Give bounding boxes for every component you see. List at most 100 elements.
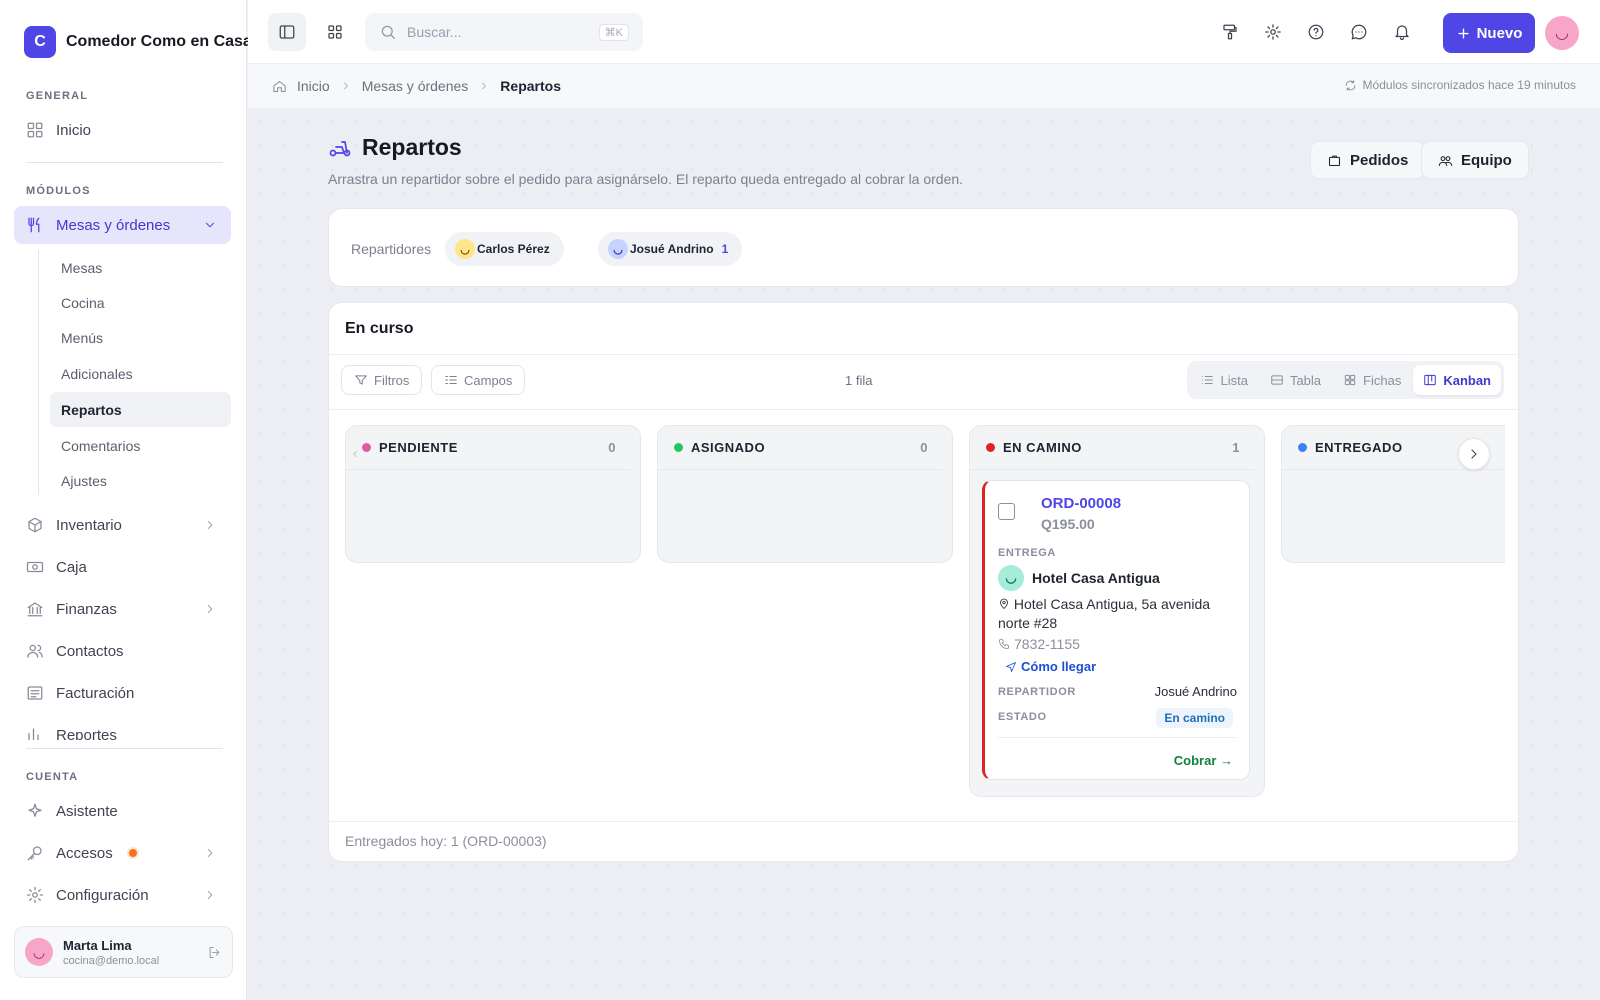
chevron-right-icon [207,605,213,613]
receipt-icon [27,686,43,700]
sidebar-toggle-icon [279,25,295,39]
sync-text: Módulos sincronizados hace 19 minutos [1362,78,1576,92]
chevron-right-icon [343,82,348,90]
sidebar-item-label: Asistente [56,802,118,820]
user-email: cocina@demo.local [63,954,160,967]
sidebar-item-label: Caja [56,558,87,576]
delivery-label: ENTREGA [998,547,1056,559]
sparkle-icon [28,803,42,817]
help-button[interactable] [1297,13,1335,51]
breadcrumb-section[interactable]: Mesas y órdenes [362,78,469,94]
sidebar-item-finanzas[interactable]: Finanzas [14,590,231,628]
sidebar-item-mesas[interactable]: Mesas y órdenes [14,206,231,244]
toggle-sidebar-button[interactable] [268,13,306,51]
submenu-line [38,250,39,495]
topbar: ⌘K Nuevo ◡ [248,0,1600,64]
sidebar-item-label: Mesas y órdenes [56,216,171,234]
column-count: 1 [1232,440,1240,455]
search-icon [381,25,396,40]
chevron-left-icon[interactable] [350,448,360,460]
user-card[interactable]: ◡ Marta Lima cocina@demo.local [14,926,233,978]
directions-link[interactable]: Cómo llegar [1005,659,1096,674]
sidebar-subitem-repartos[interactable]: Repartos [50,392,231,427]
brand[interactable]: C Comedor Como en Casa [24,26,252,58]
order-checkbox[interactable] [998,503,1015,520]
status-dot [986,443,995,452]
bag-icon [1328,155,1341,166]
delivered-today: Entregados hoy: 1 (ORD-00003) [345,833,547,849]
breadcrumb-home[interactable]: Inicio [297,78,330,94]
new-button[interactable]: Nuevo [1443,13,1535,53]
column-title: EN CAMINO [1003,440,1082,455]
sidebar-subitem-comentarios[interactable]: Comentarios [50,428,231,463]
delivery-place: ◡ Hotel Casa Antigua [998,565,1160,591]
navigation-icon [1006,661,1016,672]
sidebar-item-facturacion[interactable]: Facturación [14,674,231,712]
orders-button-label: Pedidos [1350,151,1409,169]
sidebar-item-label: Reportes [56,726,117,741]
sidebar-item-label: Finanzas [56,600,117,618]
sidebar-item-label: Facturación [56,684,135,702]
paint-roller-icon [1223,24,1237,40]
apps-button[interactable] [316,13,354,51]
search-box[interactable]: ⌘K [365,13,643,51]
brand-name: Comedor Como en Casa [66,33,252,50]
order-card[interactable]: ORD-00008 Q195.00 ENTREGA ◡ Hotel Casa A… [982,480,1250,780]
page-header: Repartos Arrastra un repartidor sobre el… [328,134,963,187]
sidebar-item-asistente[interactable]: Asistente [14,792,231,830]
chevron-right-icon [207,521,213,529]
search-input[interactable] [407,24,589,40]
order-amount: Q195.00 [1041,516,1095,532]
order-id[interactable]: ORD-00008 [1041,495,1121,512]
section-label-general: GENERAL [26,90,89,102]
directions-label: Cómo llegar [1021,659,1097,674]
divider [998,737,1237,738]
status-label: ESTADO [998,711,1047,723]
repartidores-label: Repartidores [351,241,432,257]
orders-button[interactable]: Pedidos [1310,141,1426,179]
sidebar-item-accesos[interactable]: Accesos [14,834,231,872]
sync-status: Módulos sincronizados hace 19 minutos [1344,78,1576,92]
sidebar-item-inventario[interactable]: Inventario [14,506,231,544]
sidebar-subitem-ajustes[interactable]: Ajustes [50,463,231,498]
notification-dot [128,849,137,857]
column-title: ASIGNADO [691,440,766,455]
delivery-phone: 7832-1155 [998,636,1080,652]
logout-icon[interactable] [207,945,222,960]
profile-avatar[interactable]: ◡ [1545,16,1579,50]
grid-icon [27,122,43,138]
settings-button[interactable] [1254,13,1292,51]
sidebar-subitem-cocina[interactable]: Cocina [50,285,231,320]
sidebar-scroll-clip: Reportes [0,720,246,740]
paint-button[interactable] [1211,13,1249,51]
bar-chart-icon [28,728,39,740]
delivery-address: Hotel Casa Antigua, 5a avenida norte #28 [998,595,1244,633]
home-icon [273,80,286,92]
chat-button[interactable] [1340,13,1378,51]
utensils-icon [28,217,40,233]
sidebar-item-configuracion[interactable]: Configuración [14,876,231,914]
address-text: Hotel Casa Antigua, 5a avenida norte #28 [998,596,1211,631]
section-label-account: CUENTA [26,771,79,783]
repartidor-chip[interactable]: ◡ Carlos Pérez [445,232,564,266]
users-icon [27,644,43,658]
sidebar-subitem-menus[interactable]: Menús [50,320,231,355]
team-button[interactable]: Equipo [1421,141,1529,179]
charge-button[interactable]: Cobrar → [1174,753,1233,768]
scroll-right-button[interactable] [1458,438,1490,470]
notifications-button[interactable] [1383,13,1421,51]
sidebar-item-label: Inventario [56,516,122,534]
repartidor-label: REPARTIDOR [998,686,1076,698]
sidebar-subitem-mesas[interactable]: Mesas [50,250,231,285]
divider [26,162,223,163]
sidebar-item-inicio[interactable]: Inicio [14,111,231,149]
sidebar-subitem-adicionales[interactable]: Adicionales [50,356,231,391]
kanban-column-en-camino: EN CAMINO 1 ORD-00008 Q195.00 ENTREGA ◡ … [969,425,1265,797]
sidebar-item-caja[interactable]: Caja [14,548,231,586]
repartidor-chip[interactable]: ◡ Josué Andrino 1 [598,232,743,266]
sidebar-item-contactos[interactable]: Contactos [14,632,231,670]
phone-icon [999,639,1009,649]
sidebar-item-reportes[interactable]: Reportes [14,720,231,740]
gear-icon [26,886,44,904]
map-pin-icon [1000,598,1008,609]
